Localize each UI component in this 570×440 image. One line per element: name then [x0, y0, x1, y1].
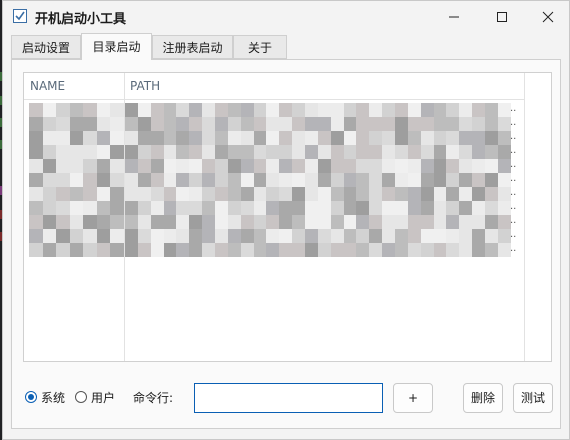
command-label: 命令行: — [133, 391, 174, 405]
row-name — [29, 145, 124, 159]
pixelated-content — [125, 117, 511, 131]
table-row[interactable]: .. — [24, 145, 524, 159]
startup-list[interactable]: NAME PATH ...................... — [23, 72, 552, 362]
row-path — [125, 117, 511, 131]
pixelated-content — [29, 229, 124, 243]
title-bar[interactable]: 开机启动小工具 — [3, 1, 569, 33]
radio-system-label[interactable]: 系统 — [41, 389, 65, 406]
pixelated-content — [29, 103, 124, 117]
list-header: NAME PATH — [24, 73, 524, 100]
row-path — [125, 201, 511, 215]
row-name — [29, 201, 124, 215]
row-name — [29, 229, 124, 243]
tab-registry-startup[interactable]: 注册表启动 — [152, 35, 233, 59]
table-row[interactable]: .. — [24, 117, 524, 131]
row-path — [125, 103, 511, 117]
pixelated-content — [125, 215, 511, 229]
pixelated-content — [125, 145, 511, 159]
pixelated-content — [29, 173, 124, 187]
table-row[interactable]: .. — [24, 131, 524, 145]
pixelated-content — [29, 243, 124, 257]
table-row[interactable]: .. — [24, 187, 524, 201]
row-truncation: .. — [510, 131, 517, 142]
row-name — [29, 173, 124, 187]
row-truncation: .. — [510, 215, 517, 226]
row-name — [29, 187, 124, 201]
row-truncation: .. — [510, 159, 517, 170]
row-truncation: .. — [510, 173, 517, 184]
pixelated-content — [125, 187, 511, 201]
row-path — [125, 159, 511, 173]
pixelated-content — [125, 229, 511, 243]
row-path — [125, 187, 511, 201]
row-path — [125, 145, 511, 159]
radio-user-label[interactable]: 用户 — [91, 389, 115, 406]
app-window: 开机启动小工具 启动设置 目录启动 注册表启动 关于 NAME PATH ...… — [2, 0, 570, 440]
row-name — [29, 103, 124, 117]
pixelated-content — [125, 103, 511, 117]
pixelated-content — [29, 159, 124, 173]
pixelated-content — [29, 145, 124, 159]
table-row[interactable]: .. — [24, 243, 524, 257]
row-truncation: .. — [510, 187, 517, 198]
row-path — [125, 229, 511, 243]
table-row[interactable]: .. — [24, 201, 524, 215]
pixelated-content — [125, 173, 511, 187]
table-row[interactable]: .. — [24, 103, 524, 117]
maximize-icon — [497, 12, 507, 22]
row-truncation: .. — [510, 145, 517, 156]
tab-panel: NAME PATH ...................... 系统 用户 命… — [11, 59, 561, 429]
pixelated-content — [29, 215, 124, 229]
row-name — [29, 131, 124, 145]
delete-button[interactable]: 删除 — [463, 383, 503, 413]
window-title: 开机启动小工具 — [35, 12, 127, 27]
table-row[interactable]: .. — [24, 159, 524, 173]
pixelated-content — [29, 187, 124, 201]
minimize-icon — [449, 16, 459, 18]
pixelated-content — [125, 131, 511, 145]
row-path — [125, 243, 511, 257]
maximize-button[interactable] — [479, 1, 525, 33]
tab-directory-startup[interactable]: 目录启动 — [81, 33, 152, 60]
tab-about[interactable]: 关于 — [233, 35, 287, 59]
close-icon — [542, 11, 554, 23]
row-truncation: .. — [510, 103, 517, 114]
command-bar: 系统 用户 命令行: + 删除 测试 — [12, 380, 560, 414]
pixelated-content — [125, 243, 511, 257]
row-truncation: .. — [510, 243, 517, 254]
row-name — [29, 243, 124, 257]
row-path — [125, 173, 511, 187]
column-divider — [524, 73, 525, 361]
pixelated-content — [125, 159, 511, 173]
table-row[interactable]: .. — [24, 215, 524, 229]
tab-startup-settings[interactable]: 启动设置 — [11, 35, 81, 59]
row-name — [29, 117, 124, 131]
row-truncation: .. — [510, 229, 517, 240]
pixelated-content — [29, 117, 124, 131]
pixelated-content — [29, 201, 124, 215]
row-truncation: .. — [510, 201, 517, 212]
column-header-name[interactable]: NAME — [30, 73, 65, 99]
add-button[interactable]: + — [393, 383, 433, 413]
column-header-path[interactable]: PATH — [130, 73, 160, 99]
app-checkbox-icon — [13, 9, 27, 23]
table-row[interactable]: .. — [24, 173, 524, 187]
row-name — [29, 159, 124, 173]
radio-system[interactable] — [25, 391, 37, 403]
pixelated-content — [29, 131, 124, 145]
row-truncation: .. — [510, 117, 517, 128]
test-button[interactable]: 测试 — [513, 383, 553, 413]
minimize-button[interactable] — [431, 1, 477, 33]
command-input[interactable] — [194, 383, 383, 413]
close-button[interactable] — [525, 1, 570, 33]
pixelated-content — [125, 201, 511, 215]
row-path — [125, 215, 511, 229]
radio-user[interactable] — [75, 391, 87, 403]
row-name — [29, 215, 124, 229]
row-path — [125, 131, 511, 145]
table-row[interactable]: .. — [24, 229, 524, 243]
